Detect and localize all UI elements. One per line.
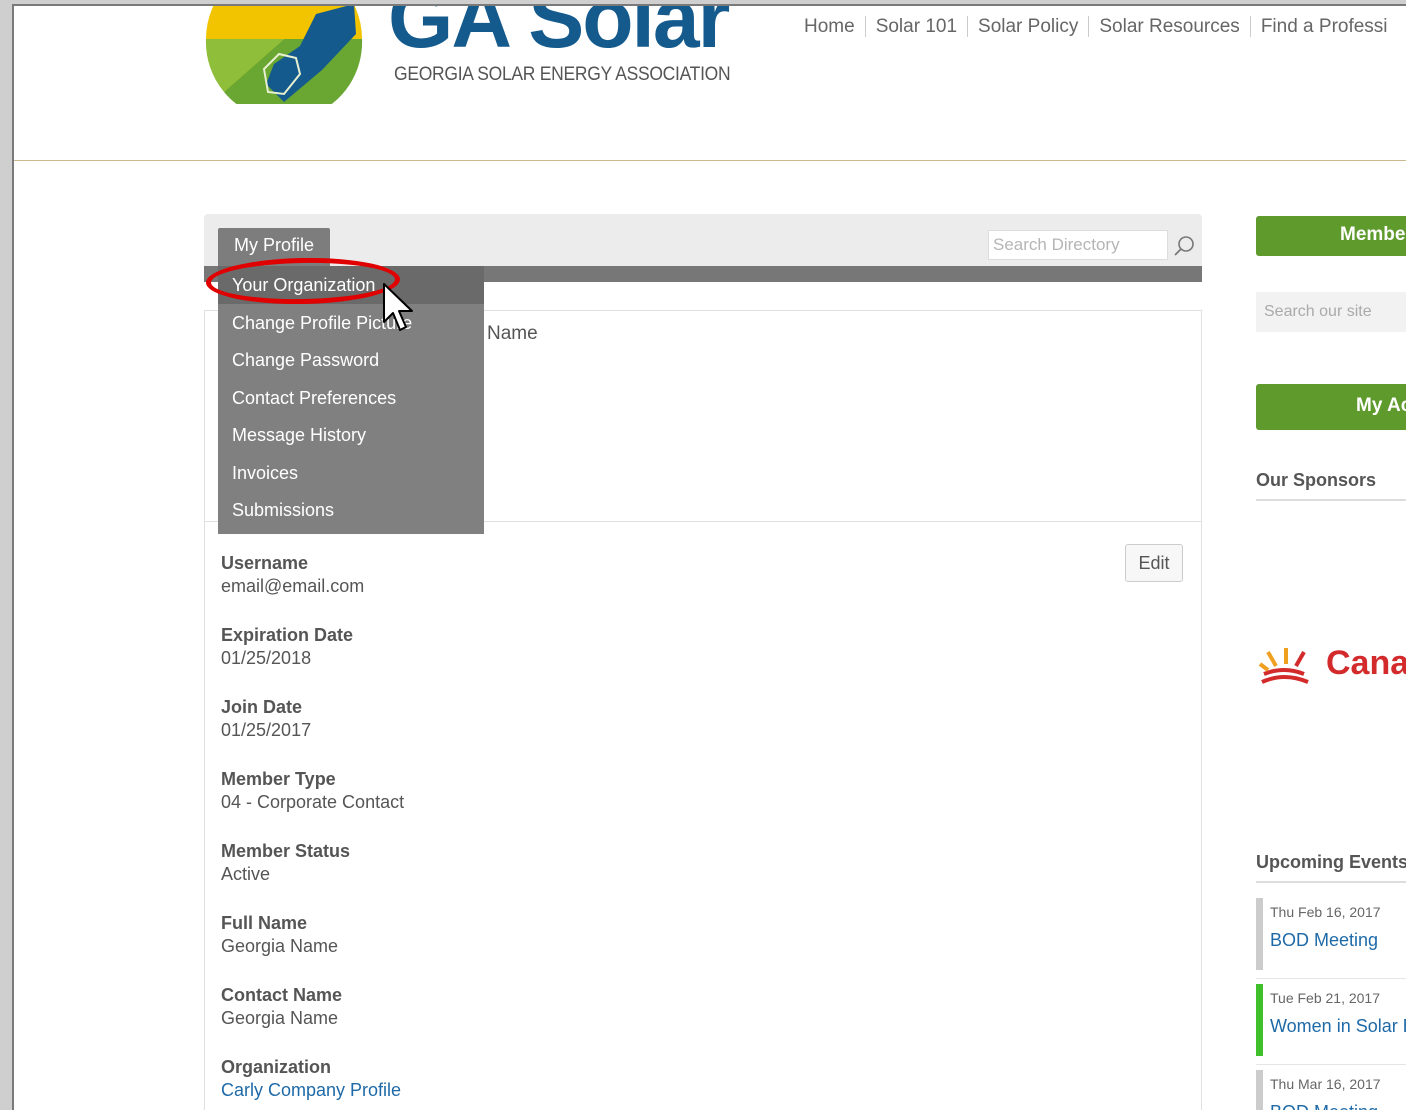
sponsor-name: Cana — [1326, 644, 1406, 682]
menu-item-change-profile-picture[interactable]: Change Profile Picture — [218, 304, 484, 342]
event-title-link[interactable]: BOD Meeting — [1270, 930, 1378, 951]
field-value: 01/25/2018 — [221, 648, 312, 668]
brand-subtitle: GEORGIA SOLAR ENERGY ASSOCIATION — [394, 64, 731, 85]
menu-item-invoices[interactable]: Invoices — [218, 454, 484, 492]
field-value: Georgia Name — [221, 936, 339, 956]
mouse-cursor-icon — [383, 283, 413, 331]
sponsors-heading: Our Sponsors — [1256, 470, 1406, 501]
top-navigation: Home Solar 101 Solar Policy Solar Resources… — [794, 16, 1398, 38]
field-username: Username email@email.com — [221, 552, 364, 598]
membership-button[interactable]: Membe — [1256, 216, 1406, 256]
header-divider — [14, 160, 1406, 161]
field-value: Georgia Name — [221, 1008, 339, 1028]
field-contact-name: Contact Name Georgia Name — [221, 984, 342, 1030]
nav-solar-resources[interactable]: Solar Resources — [1089, 16, 1251, 37]
upcoming-events-heading: Upcoming Events — [1256, 852, 1406, 883]
profile-name-label: Name — [487, 323, 538, 344]
event-item[interactable]: Tue Feb 21, 2017 Women in Solar E — [1256, 984, 1406, 1065]
event-date: Thu Mar 16, 2017 — [1270, 1076, 1381, 1092]
nav-solar-policy[interactable]: Solar Policy — [968, 16, 1090, 37]
event-color-bar — [1256, 984, 1263, 1056]
event-date: Thu Feb 16, 2017 — [1270, 904, 1381, 920]
event-date: Tue Feb 21, 2017 — [1270, 990, 1381, 1006]
menu-item-contact-preferences[interactable]: Contact Preferences — [218, 379, 484, 417]
my-account-button[interactable]: My Ac — [1256, 384, 1406, 430]
event-color-bar — [1256, 898, 1263, 970]
nav-home[interactable]: Home — [794, 16, 866, 37]
field-label: Username — [221, 553, 309, 573]
event-item[interactable]: Thu Feb 16, 2017 BOD Meeting — [1256, 898, 1406, 979]
ga-solar-logo[interactable] — [204, 4, 364, 104]
field-value: 04 - Corporate Contact — [221, 792, 405, 812]
profile-details-panel: Edit Username email@email.com Expiration… — [204, 522, 1202, 1110]
field-value: Active — [221, 864, 271, 884]
field-value: 01/25/2017 — [221, 720, 312, 740]
event-title-link[interactable]: Women in Solar E — [1270, 1016, 1406, 1037]
browser-viewport: GA Solar GEORGIA SOLAR ENERGY ASSOCIATIO… — [12, 4, 1406, 1110]
search-icon[interactable] — [1172, 234, 1196, 258]
field-value: email@email.com — [221, 576, 365, 596]
event-item[interactable]: Thu Mar 16, 2017 BOD Meeting — [1256, 1070, 1406, 1110]
sponsor-sun-icon — [1258, 648, 1309, 684]
site-search-input[interactable] — [1256, 292, 1406, 332]
menu-item-submissions[interactable]: Submissions — [218, 491, 484, 529]
brand-title[interactable]: GA Solar — [388, 6, 730, 60]
field-label: Organization — [221, 1057, 332, 1077]
field-full-name: Full Name Georgia Name — [221, 912, 338, 958]
field-member-status: Member Status Active — [221, 840, 350, 886]
nav-solar-101[interactable]: Solar 101 — [865, 16, 969, 37]
menu-item-message-history[interactable]: Message History — [218, 416, 484, 454]
menu-item-change-password[interactable]: Change Password — [218, 341, 484, 379]
organization-link[interactable]: Carly Company Profile — [221, 1078, 401, 1102]
field-label: Full Name — [221, 913, 308, 933]
event-color-bar — [1256, 1070, 1263, 1110]
event-title-link[interactable]: BOD Meeting — [1270, 1102, 1378, 1110]
field-label: Member Type — [221, 769, 336, 789]
sponsor-logo[interactable]: Cana — [1258, 640, 1406, 690]
field-label: Expiration Date — [221, 625, 354, 645]
field-label: Join Date — [221, 697, 303, 717]
search-directory-input[interactable] — [988, 230, 1168, 260]
field-member-type: Member Type 04 - Corporate Contact — [221, 768, 404, 814]
field-label: Contact Name — [221, 985, 343, 1005]
field-label: Member Status — [221, 841, 351, 861]
edit-button[interactable]: Edit — [1125, 544, 1183, 582]
nav-find-a-professional[interactable]: Find a Professi — [1251, 16, 1398, 37]
field-organization: Organization Carly Company Profile — [221, 1056, 401, 1102]
field-join-date: Join Date 01/25/2017 — [221, 696, 311, 742]
field-expiration-date: Expiration Date 01/25/2018 — [221, 624, 353, 670]
my-profile-dropdown: Your Organization Change Profile Picture… — [218, 266, 484, 534]
